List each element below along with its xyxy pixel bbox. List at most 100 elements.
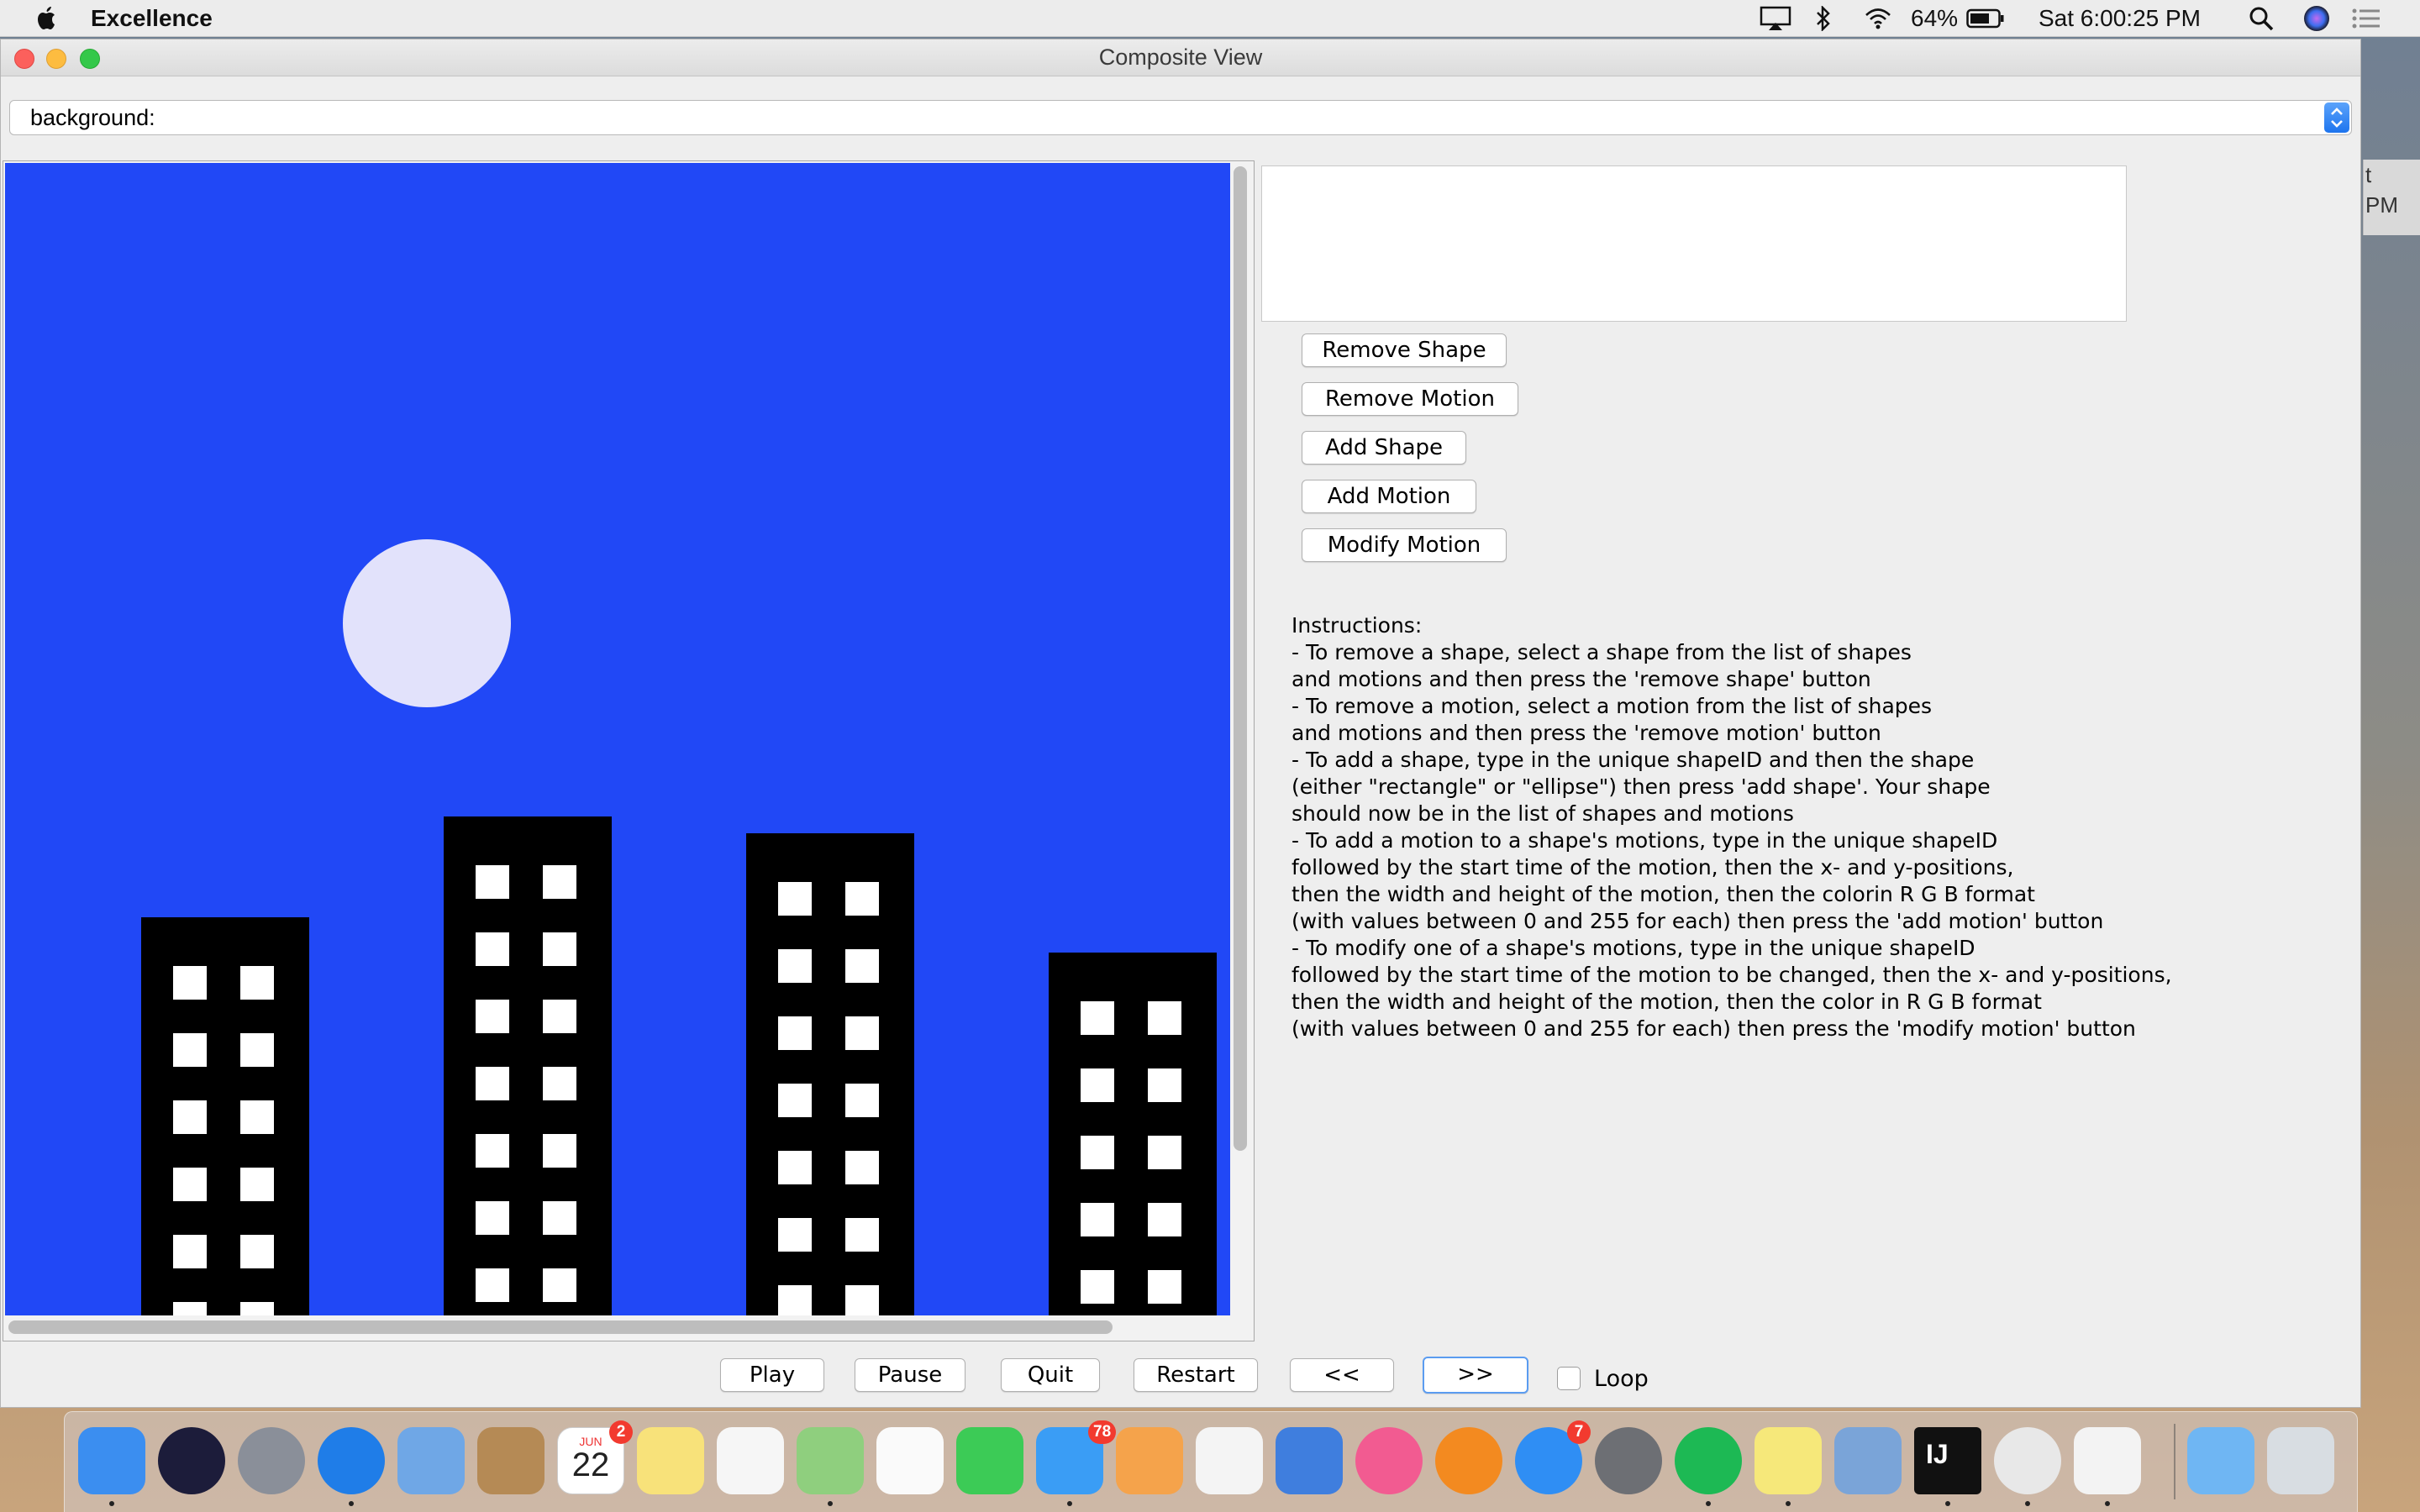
- building-window: [1148, 1203, 1181, 1236]
- notification-center-icon[interactable]: [2351, 0, 2381, 37]
- java-icon[interactable]: [2074, 1427, 2141, 1494]
- battery-icon[interactable]: [1966, 0, 2005, 37]
- siri-icon[interactable]: [158, 1427, 225, 1494]
- clock[interactable]: Sat 6:00:25 PM: [2039, 5, 2201, 32]
- launchpad-icon[interactable]: [238, 1427, 305, 1494]
- maps-icon[interactable]: [797, 1427, 864, 1494]
- combo-stepper-icon[interactable]: [2324, 102, 2349, 133]
- background-combo-value: background:: [30, 105, 155, 130]
- notification-badge: 2: [609, 1420, 633, 1444]
- background-window-edge: t PM: [2363, 160, 2420, 235]
- building-window: [543, 1268, 576, 1302]
- vertical-scrollbar[interactable]: [1234, 166, 1247, 1151]
- building-window: [1081, 1270, 1114, 1304]
- siri-menu-icon[interactable]: [2302, 0, 2331, 37]
- instruction-line: - To add a motion to a shape's motions, …: [1292, 828, 1998, 853]
- building-window: [845, 1151, 879, 1184]
- restart-button[interactable]: Restart: [1134, 1358, 1258, 1392]
- bluetooth-icon[interactable]: [1815, 0, 1832, 37]
- remove-motion-button[interactable]: Remove Motion: [1302, 382, 1518, 416]
- background-window-text: t: [2365, 162, 2372, 187]
- running-indicator: [1706, 1501, 1711, 1506]
- loop-checkbox[interactable]: [1557, 1367, 1581, 1390]
- building-window: [240, 966, 274, 1000]
- building-window: [778, 1084, 812, 1117]
- notes-icon[interactable]: [637, 1427, 704, 1494]
- building-window: [1148, 1001, 1181, 1035]
- spotify-icon[interactable]: [1675, 1427, 1742, 1494]
- calendar-day: 22: [571, 1446, 610, 1483]
- spotlight-search-icon[interactable]: [2249, 0, 2274, 37]
- instruction-line: (with values between 0 and 255 for each)…: [1292, 909, 2104, 933]
- menu-bar: Excellence 64% Sat 6:00:25 PM: [0, 0, 2420, 37]
- running-indicator: [828, 1501, 833, 1506]
- building-window: [476, 1201, 509, 1235]
- building-window: [173, 966, 207, 1000]
- instructions-text: Instructions: - To remove a shape, selec…: [1292, 612, 2216, 1042]
- running-indicator: [109, 1501, 114, 1506]
- running-indicator: [1786, 1501, 1791, 1506]
- wifi-icon[interactable]: [1864, 0, 1892, 37]
- airplay-icon[interactable]: [1760, 0, 1791, 37]
- title-bar[interactable]: Composite View: [1, 39, 2360, 76]
- dock-separator: [2174, 1424, 2175, 1499]
- quit-button[interactable]: Quit: [1001, 1358, 1100, 1392]
- instruction-line: then the width and height of the motion,…: [1292, 882, 2035, 906]
- instruction-line: (with values between 0 and 255 for each)…: [1292, 1016, 2136, 1041]
- building-2: [444, 816, 612, 1315]
- building-window: [173, 1033, 207, 1067]
- building-window: [173, 1168, 207, 1201]
- chrome-icon[interactable]: [1994, 1427, 2061, 1494]
- building-window: [476, 865, 509, 899]
- background-combo-box[interactable]: background:: [9, 100, 2352, 135]
- facetime-icon[interactable]: [956, 1427, 1023, 1494]
- instruction-line: Instructions:: [1292, 613, 1423, 638]
- modify-motion-button[interactable]: Modify Motion: [1302, 528, 1507, 562]
- running-indicator: [2025, 1501, 2030, 1506]
- building-window: [173, 1235, 207, 1268]
- trash-icon[interactable]: [2267, 1427, 2334, 1494]
- building-window: [845, 1084, 879, 1117]
- keynote-icon[interactable]: [1276, 1427, 1343, 1494]
- moon-ellipse: [343, 539, 511, 707]
- building-window: [173, 1100, 207, 1134]
- fast-forward-button[interactable]: >>: [1423, 1357, 1528, 1394]
- itunes-icon[interactable]: [1355, 1427, 1423, 1494]
- finder-icon[interactable]: [78, 1427, 145, 1494]
- remove-shape-button[interactable]: Remove Shape: [1302, 333, 1507, 367]
- ibooks-icon[interactable]: [1435, 1427, 1502, 1494]
- contacts-icon[interactable]: [477, 1427, 544, 1494]
- rewind-button[interactable]: <<: [1290, 1358, 1394, 1392]
- battery-percent: 64%: [1911, 5, 1959, 31]
- dock: JUN 22 2 78 7 IJ: [64, 1411, 2358, 1512]
- stickies-icon[interactable]: [1754, 1427, 1822, 1494]
- building-window: [845, 1285, 879, 1315]
- mail-icon[interactable]: [397, 1427, 465, 1494]
- animation-scroll-pane[interactable]: [3, 160, 1255, 1341]
- preview-icon[interactable]: [1834, 1427, 1902, 1494]
- pause-button[interactable]: Pause: [855, 1358, 965, 1392]
- reminders-icon[interactable]: [717, 1427, 784, 1494]
- building-window: [240, 1168, 274, 1201]
- building-window: [543, 1000, 576, 1033]
- building-window: [778, 949, 812, 983]
- shapes-motions-list[interactable]: [1261, 165, 2127, 322]
- notification-badge: 7: [1567, 1420, 1591, 1444]
- pages-icon[interactable]: [1116, 1427, 1183, 1494]
- building-window: [845, 949, 879, 983]
- play-button[interactable]: Play: [720, 1358, 824, 1392]
- instruction-line: - To add a shape, type in the unique sha…: [1292, 748, 1975, 772]
- system-preferences-icon[interactable]: [1595, 1427, 1662, 1494]
- intellij-label: IJ: [1926, 1439, 1949, 1469]
- intellij-icon[interactable]: IJ: [1914, 1427, 1981, 1494]
- horizontal-scrollbar[interactable]: [8, 1320, 1113, 1334]
- numbers-icon[interactable]: [1196, 1427, 1263, 1494]
- window-title: Composite View: [1098, 45, 1263, 70]
- app-name-menu[interactable]: Excellence: [91, 3, 213, 34]
- add-shape-button[interactable]: Add Shape: [1302, 431, 1466, 465]
- apple-menu-icon[interactable]: [32, 3, 62, 34]
- add-motion-button[interactable]: Add Motion: [1302, 480, 1476, 513]
- safari-icon[interactable]: [318, 1427, 385, 1494]
- downloads-folder-icon[interactable]: [2187, 1427, 2254, 1494]
- photos-icon[interactable]: [876, 1427, 944, 1494]
